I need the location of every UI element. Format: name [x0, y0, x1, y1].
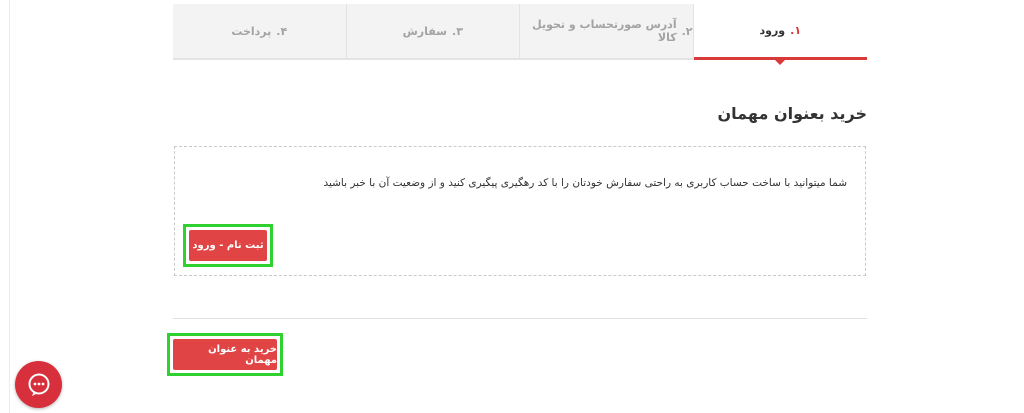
active-step-caret-icon [774, 59, 787, 65]
register-login-button[interactable]: ثبت نام - ورود [189, 230, 267, 261]
step-number: ۲. [681, 24, 693, 38]
step-label: پرداخت [231, 24, 272, 38]
page-title: خرید بعنوان مهمان [717, 104, 867, 123]
step-number: ۱. [790, 24, 802, 37]
step-number: ۳. [452, 24, 463, 38]
step-label: سفارش [402, 24, 447, 38]
step-number: ۴. [276, 24, 288, 38]
step-login[interactable]: ۱. ورود [693, 4, 867, 65]
guest-checkout-button[interactable]: خرید به عنوان مهمان [173, 339, 277, 370]
chat-bubble-icon [28, 373, 49, 396]
register-button-highlight: ثبت نام - ورود [183, 224, 273, 267]
divider [173, 318, 867, 319]
chat-button[interactable] [15, 361, 62, 408]
step-label: آدرس صورتحساب و تحویل کالا [532, 18, 677, 44]
step-order[interactable]: ۳. سفارش [346, 4, 520, 60]
checkout-steps: ۴. پرداخت ۳. سفارش ۲. آدرس صورتحساب و تح… [173, 4, 867, 65]
step-label: ورود [759, 24, 786, 37]
account-info-text: شما میتوانید با ساخت حساب کاربری به راحت… [323, 177, 847, 189]
step-address[interactable]: ۲. آدرس صورتحساب و تحویل کالا [520, 4, 694, 60]
page-left-border [9, 0, 10, 413]
step-payment[interactable]: ۴. پرداخت [173, 4, 347, 60]
guest-button-highlight: خرید به عنوان مهمان [167, 333, 283, 376]
account-info-box: شما میتوانید با ساخت حساب کاربری به راحت… [174, 146, 866, 276]
